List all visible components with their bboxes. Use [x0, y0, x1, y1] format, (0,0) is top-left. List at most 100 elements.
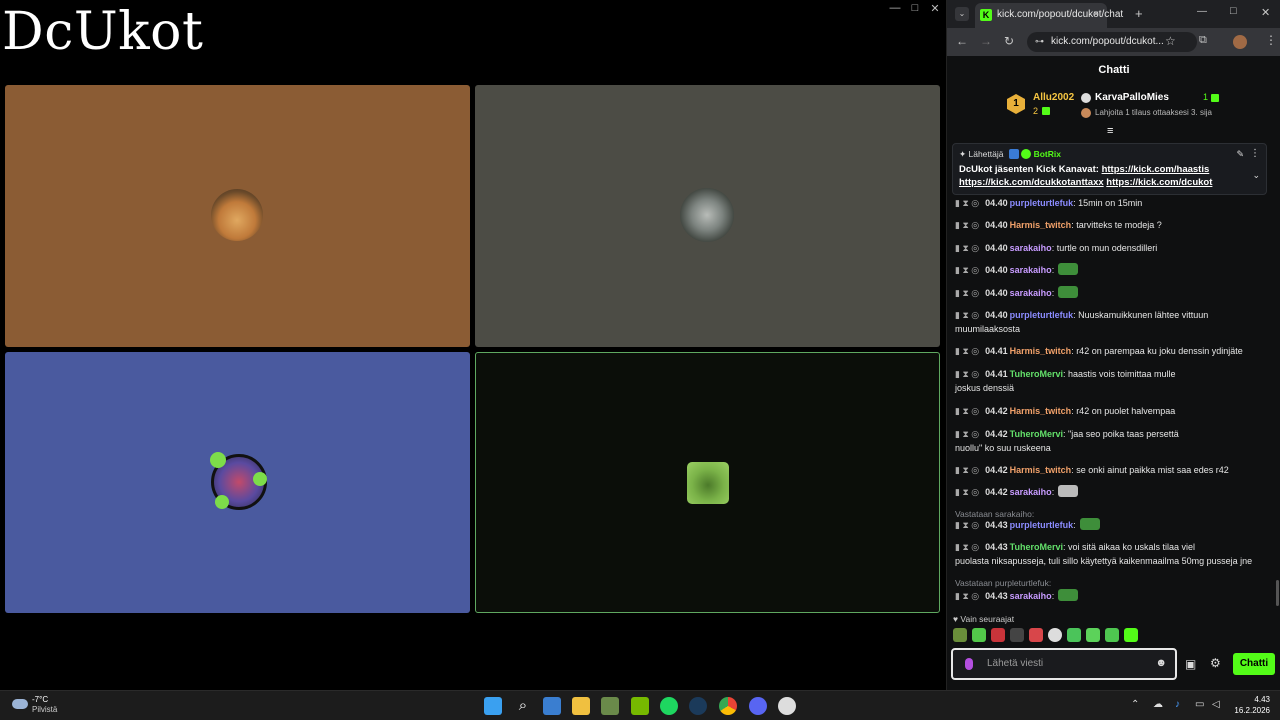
- close-button[interactable]: ✕: [928, 2, 942, 15]
- emoji-icon[interactable]: ☻: [1155, 657, 1167, 669]
- steam-icon[interactable]: [689, 697, 707, 715]
- message-username[interactable]: TuheroMervi: [1010, 429, 1063, 439]
- graphics-app-icon[interactable]: [601, 697, 619, 715]
- mod-tools-icon[interactable]: ▮ ⧗ ◎: [955, 465, 979, 475]
- mod-tools-icon[interactable]: ▮ ⧗ ◎: [955, 591, 979, 601]
- app-icon[interactable]: [778, 697, 796, 715]
- spotify-icon[interactable]: [660, 697, 678, 715]
- settings-icon[interactable]: ⚙: [1210, 656, 1221, 670]
- mod-tools-icon[interactable]: ▮ ⧗ ◎: [955, 243, 979, 253]
- message-username[interactable]: Harmis_twitch: [1010, 465, 1072, 475]
- volume-icon[interactable]: ◁: [1212, 699, 1220, 710]
- message-username[interactable]: purpleturtlefuk: [1010, 310, 1074, 320]
- maximize-button[interactable]: □: [1230, 5, 1237, 17]
- network-icon[interactable]: ▭: [1195, 699, 1204, 710]
- site-info-icon[interactable]: ⊶: [1035, 36, 1044, 47]
- microphone-icon[interactable]: [965, 658, 973, 670]
- chat-message-input[interactable]: Lähetä viesti ☻: [951, 648, 1177, 680]
- mod-tools-icon[interactable]: ▮ ⧗ ◎: [955, 520, 979, 530]
- participant-tile-3[interactable]: [5, 352, 470, 613]
- mod-tools-icon[interactable]: ▮ ⧗ ◎: [955, 310, 979, 320]
- message-username[interactable]: sarakaiho: [1010, 288, 1052, 298]
- message-username[interactable]: purpleturtlefuk: [1010, 198, 1074, 208]
- onedrive-icon[interactable]: ☁: [1153, 699, 1163, 710]
- message-username[interactable]: TuheroMervi: [1010, 369, 1063, 379]
- collapse-icon[interactable]: ≡: [1107, 125, 1113, 137]
- reply-context[interactable]: Vastataan purpleturtlefuk:: [955, 578, 1051, 588]
- emote-icon[interactable]: [1010, 628, 1024, 642]
- mod-tools-icon[interactable]: ▮ ⧗ ◎: [955, 288, 979, 298]
- tab-close-icon[interactable]: ×: [1093, 9, 1099, 20]
- menu-icon[interactable]: ⋮: [1265, 33, 1277, 47]
- scrollbar[interactable]: [1276, 580, 1279, 606]
- mod-tools-icon[interactable]: ▮ ⧗ ◎: [955, 542, 979, 552]
- profile-icon[interactable]: [1233, 35, 1247, 49]
- clock[interactable]: 4.43 16.2.2026: [1234, 694, 1270, 716]
- unpin-icon[interactable]: ✎: [1236, 149, 1244, 160]
- pinned-link[interactable]: https://kick.com/haastis: [1102, 164, 1210, 175]
- emote-icon[interactable]: [953, 628, 967, 642]
- message-username[interactable]: sarakaiho: [1010, 591, 1052, 601]
- mod-tools-icon[interactable]: ▮ ⧗ ◎: [955, 406, 979, 416]
- reload-button[interactable]: ↻: [1004, 34, 1014, 48]
- message-username[interactable]: sarakaiho: [1010, 265, 1052, 275]
- browser-tab[interactable]: K kick.com/popout/dcukot/chat ×: [975, 3, 1123, 28]
- second-name[interactable]: KarvaPalloMies: [1095, 92, 1169, 103]
- emote-icon[interactable]: [1067, 628, 1081, 642]
- search-icon[interactable]: ⌕: [514, 697, 532, 715]
- emote-icon[interactable]: [1029, 628, 1043, 642]
- nvidia-icon[interactable]: [631, 697, 649, 715]
- discord-icon[interactable]: [749, 697, 767, 715]
- minimize-button[interactable]: —: [1197, 6, 1207, 17]
- mod-tools-icon[interactable]: ▮ ⧗ ◎: [955, 429, 979, 439]
- file-explorer-icon[interactable]: [572, 697, 590, 715]
- mod-tools-icon[interactable]: ▮ ⧗ ◎: [955, 487, 979, 497]
- maximize-button[interactable]: □: [908, 2, 922, 15]
- chrome-icon[interactable]: [719, 697, 737, 715]
- weather-widget[interactable]: -7°C Pilvistä: [32, 695, 57, 715]
- emote-icon[interactable]: [972, 628, 986, 642]
- close-button[interactable]: ✕: [1261, 6, 1270, 19]
- participant-tile-1[interactable]: [5, 85, 470, 347]
- send-chat-button[interactable]: Chatti: [1233, 653, 1275, 675]
- minimize-button[interactable]: —: [888, 2, 902, 15]
- message-username[interactable]: Harmis_twitch: [1010, 406, 1072, 416]
- mod-tools-icon[interactable]: ▮ ⧗ ◎: [955, 265, 979, 275]
- message-time: 04.40: [985, 310, 1008, 320]
- star-icon[interactable]: ☆: [1165, 34, 1176, 48]
- new-tab-button[interactable]: +: [1135, 6, 1143, 21]
- mod-tools-icon[interactable]: ▮ ⧗ ◎: [955, 198, 979, 208]
- mod-tools-icon[interactable]: ▮ ⧗ ◎: [955, 220, 979, 230]
- participant-tile-2[interactable]: [475, 85, 940, 347]
- reply-context[interactable]: Vastataan sarakaiho:: [955, 509, 1034, 519]
- tray-overflow-icon[interactable]: ⌃: [1131, 699, 1139, 710]
- message-username[interactable]: Harmis_twitch: [1010, 346, 1072, 356]
- forward-button[interactable]: →: [980, 34, 992, 48]
- mod-tools-icon[interactable]: ▮ ⧗ ◎: [955, 346, 979, 356]
- pinned-link[interactable]: https://kick.com/dcukkotanttaxx: [959, 177, 1104, 188]
- back-button[interactable]: ←: [956, 34, 968, 48]
- emote-icon[interactable]: [991, 628, 1005, 642]
- microphone-tray-icon[interactable]: ♪: [1175, 699, 1180, 710]
- pinned-bot-name[interactable]: BotRix: [1034, 149, 1061, 159]
- mod-tools-icon[interactable]: ▮ ⧗ ◎: [955, 369, 979, 379]
- message-username[interactable]: TuheroMervi: [1010, 542, 1063, 552]
- emote-icon[interactable]: [1048, 628, 1062, 642]
- pinned-link[interactable]: https://kick.com/dcukot: [1106, 177, 1212, 188]
- message-username[interactable]: purpleturtlefuk: [1010, 520, 1074, 530]
- emote-icon[interactable]: [1124, 628, 1138, 642]
- extensions-icon[interactable]: ⧉: [1199, 34, 1207, 47]
- message-username[interactable]: sarakaiho: [1010, 487, 1052, 497]
- tab-search-icon[interactable]: ⌄: [955, 7, 969, 21]
- message-username[interactable]: Harmis_twitch: [1010, 220, 1072, 230]
- photos-icon[interactable]: [543, 697, 561, 715]
- emote-icon[interactable]: [1086, 628, 1100, 642]
- expand-icon[interactable]: ⌄: [1252, 170, 1260, 181]
- pinned-menu-icon[interactable]: ⋮: [1250, 148, 1260, 159]
- message-username[interactable]: sarakaiho: [1010, 243, 1052, 253]
- leader-name[interactable]: Allu2002: [1033, 92, 1074, 103]
- start-icon[interactable]: [484, 697, 502, 715]
- participant-tile-4[interactable]: [475, 352, 940, 613]
- emote-icon[interactable]: [1105, 628, 1119, 642]
- gift-shop-icon[interactable]: ▣: [1185, 657, 1196, 671]
